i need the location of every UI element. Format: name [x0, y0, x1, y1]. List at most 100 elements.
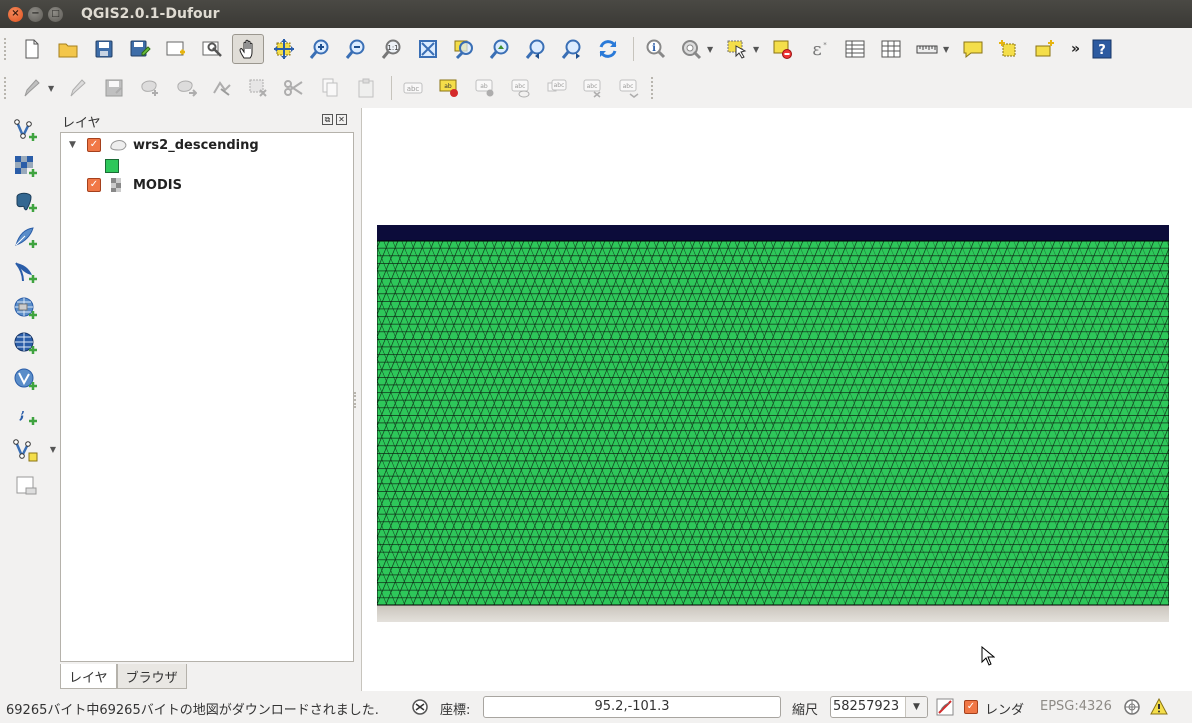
select-dropdown-icon[interactable]: ▼ [753, 45, 763, 54]
expression-select-button[interactable]: ε * [803, 34, 835, 64]
tab-browser[interactable]: ブラウザ [116, 664, 187, 689]
stop-render-icon[interactable] [935, 698, 955, 716]
zoom-next-button[interactable] [556, 34, 588, 64]
maximize-window-button[interactable]: □ [48, 6, 63, 22]
add-mssql-layer-button[interactable] [8, 258, 44, 288]
map-canvas[interactable] [361, 108, 1192, 691]
warning-icon[interactable] [1150, 698, 1168, 716]
zoom-in-button[interactable] [304, 34, 336, 64]
layer-visibility-checkbox[interactable]: ✓ [87, 138, 101, 152]
save-as-button[interactable] [124, 34, 156, 64]
add-wfs-layer-button[interactable] [8, 365, 44, 395]
new-layer-dropdown-icon[interactable]: ▼ [50, 445, 56, 454]
crs-status[interactable]: EPSG:4326 [1040, 699, 1112, 714]
add-vector-layer-button[interactable] [8, 116, 44, 146]
deselect-button[interactable] [767, 34, 799, 64]
new-shapefile-button[interactable] [993, 34, 1025, 64]
toggle-editing-button[interactable] [16, 73, 48, 103]
composer-manager-button[interactable] [196, 34, 228, 64]
move-label-button[interactable]: abc [505, 73, 537, 103]
expand-arrow-icon[interactable]: ▼ [69, 140, 81, 150]
float-panel-button[interactable]: ⧉ [322, 114, 333, 125]
zoom-to-selection-button[interactable] [448, 34, 480, 64]
layer-row-modis[interactable]: ✓ MODIS [61, 175, 182, 195]
add-feature-button[interactable] [134, 73, 166, 103]
attribute-table-button[interactable] [839, 34, 871, 64]
paste-features-button[interactable] [350, 73, 382, 103]
projection-icon[interactable] [1123, 698, 1141, 716]
layer-row-wrs2[interactable]: ▼ ✓ wrs2_descending [61, 135, 259, 155]
zoom-full-button[interactable] [412, 34, 444, 64]
action-dropdown-icon[interactable]: ▼ [707, 45, 717, 54]
editing-dropdown-icon[interactable]: ▼ [48, 84, 58, 93]
close-panel-button[interactable]: ✕ [336, 114, 347, 125]
coordinate-toggle-icon[interactable] [410, 698, 430, 716]
measure-dropdown-icon[interactable]: ▼ [943, 45, 953, 54]
ocean-band [377, 225, 1169, 243]
svg-text:,: , [21, 402, 25, 416]
layer-symbol-swatch[interactable] [105, 159, 119, 173]
add-wcs-layer-button[interactable] [8, 329, 44, 359]
save-as-icon [130, 40, 151, 57]
zoom-actual-size-button[interactable]: 1:1 [376, 34, 408, 64]
delete-selected-icon [249, 79, 267, 97]
move-feature-button[interactable] [170, 73, 202, 103]
identify-button[interactable]: i [639, 34, 671, 64]
toolbar-overflow-button[interactable]: » [1071, 41, 1080, 57]
cut-features-button[interactable] [278, 73, 310, 103]
change-label-button[interactable]: abc [577, 73, 609, 103]
zoom-to-layer-button[interactable] [484, 34, 516, 64]
copy-features-button[interactable] [314, 73, 346, 103]
identify-icon: i [646, 39, 666, 59]
scale-combobox[interactable]: 58257923 ▼ [830, 696, 928, 718]
panel-splitter[interactable] [354, 392, 358, 408]
toolbar-grip[interactable] [4, 38, 10, 60]
open-project-button[interactable] [52, 34, 84, 64]
scale-dropdown-icon[interactable]: ▼ [905, 697, 927, 717]
layer-visibility-checkbox[interactable]: ✓ [87, 178, 101, 192]
toolbar-grip[interactable] [4, 77, 10, 99]
rotate-label-button[interactable]: abc [541, 73, 573, 103]
coordinate-field[interactable]: 95.2,-101.3 [483, 696, 781, 718]
pan-to-selection-button[interactable] [268, 34, 300, 64]
add-delimited-text-button[interactable]: ,, [8, 400, 44, 430]
add-wms-layer-button[interactable] [8, 294, 44, 324]
save-edits-button[interactable] [98, 73, 130, 103]
annotation-button[interactable] [957, 34, 989, 64]
render-checkbox[interactable]: ✓ [964, 700, 978, 714]
new-project-button[interactable] [16, 34, 48, 64]
add-spatialite-layer-button[interactable] [8, 223, 44, 253]
add-raster-layer-button[interactable] [8, 152, 44, 182]
refresh-button[interactable] [592, 34, 624, 64]
measure-button[interactable] [911, 34, 943, 64]
toolbar-grip-end[interactable] [651, 77, 657, 99]
pin-labels-button[interactable]: ab [433, 73, 465, 103]
new-print-composer-button[interactable] [160, 34, 192, 64]
svg-text:abc: abc [515, 83, 526, 90]
label-tool-button[interactable]: abc [397, 73, 429, 103]
remove-layer-button[interactable] [8, 471, 44, 501]
paste-features-icon [358, 78, 374, 98]
delete-selected-button[interactable] [242, 73, 274, 103]
action-button[interactable] [675, 34, 707, 64]
select-features-button[interactable] [721, 34, 753, 64]
panel-tabs: レイヤ ブラウザ [60, 664, 187, 689]
zoom-last-button[interactable] [520, 34, 552, 64]
close-window-button[interactable]: × [8, 6, 23, 22]
show-hide-labels-button[interactable]: ab [469, 73, 501, 103]
new-vector-layer-button[interactable]: ▼ [8, 436, 56, 466]
label-properties-button[interactable]: abc [613, 73, 645, 103]
add-mssql-layer-icon [15, 262, 37, 283]
minimize-window-button[interactable]: − [28, 6, 43, 22]
statistics-button[interactable] [875, 34, 907, 64]
add-part-button[interactable] [1029, 34, 1061, 64]
node-tool-button[interactable] [206, 73, 238, 103]
tab-layers[interactable]: レイヤ [60, 664, 117, 689]
edit-pencil-button[interactable] [62, 73, 94, 103]
add-postgis-layer-button[interactable] [8, 187, 44, 217]
pan-button[interactable] [232, 34, 264, 64]
help-button[interactable]: ? [1086, 34, 1118, 64]
svg-text:*: * [823, 41, 827, 49]
save-project-button[interactable] [88, 34, 120, 64]
zoom-out-button[interactable] [340, 34, 372, 64]
